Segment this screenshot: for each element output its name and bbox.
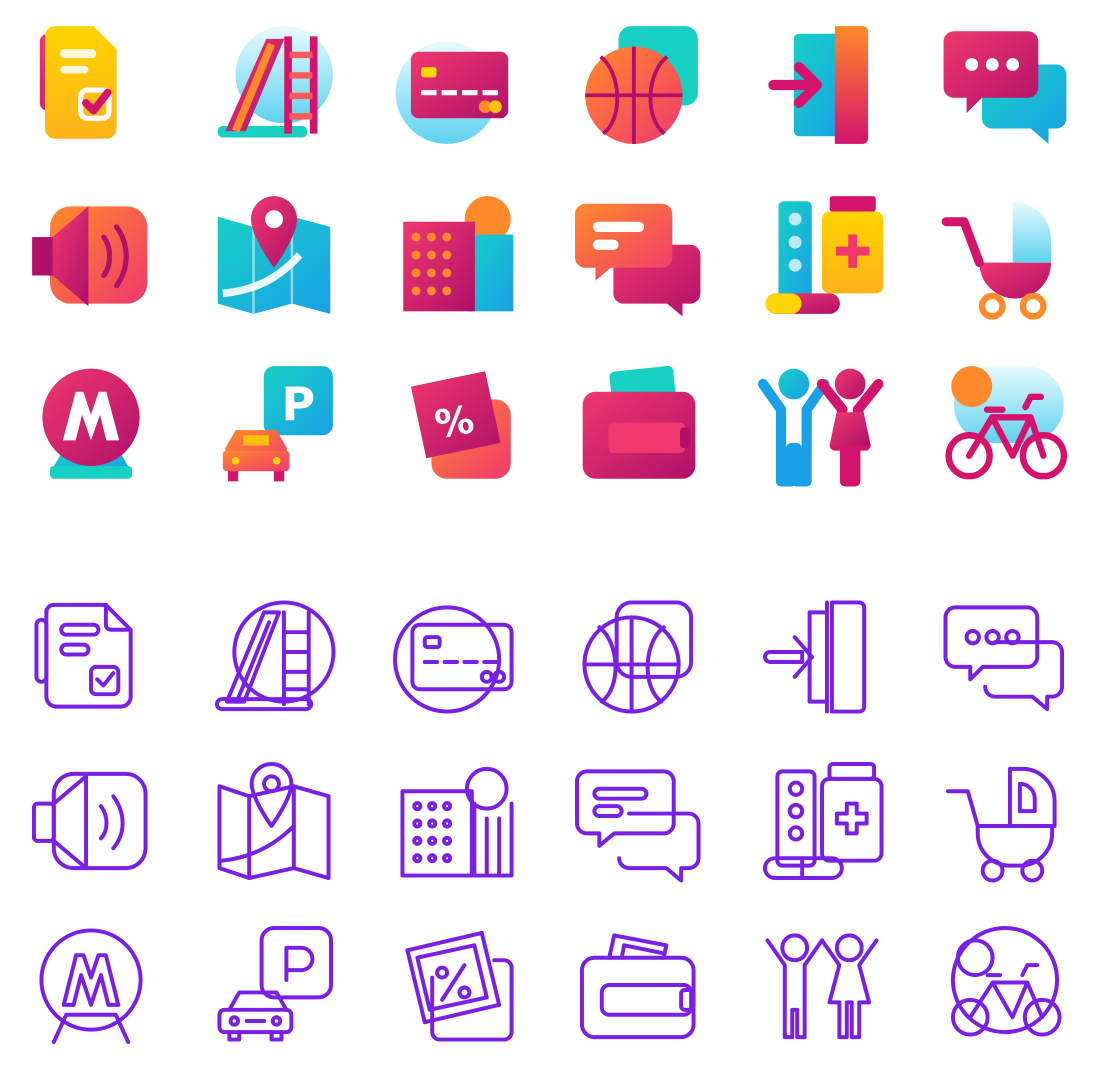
metro-icon xyxy=(0,903,183,1067)
outline-icon-grid xyxy=(0,575,1096,1067)
credit-card-icon xyxy=(365,575,548,739)
map-pin-icon xyxy=(183,739,366,903)
pharmacy-icon xyxy=(731,739,914,903)
door-enter-icon xyxy=(731,0,914,170)
basketball-icon xyxy=(548,0,731,170)
credit-card-icon xyxy=(365,0,548,170)
gradient-icon-grid: P% xyxy=(0,0,1096,510)
pharmacy-icon xyxy=(731,170,914,340)
discount-tag-icon xyxy=(365,903,548,1067)
bicycle-icon xyxy=(913,340,1096,510)
parking-icon xyxy=(183,903,366,1067)
city-building-icon xyxy=(365,739,548,903)
document-check-icon xyxy=(0,0,183,170)
message-icon xyxy=(548,739,731,903)
children-icon xyxy=(731,903,914,1067)
svg-text:P: P xyxy=(281,377,315,431)
message-icon xyxy=(548,170,731,340)
svg-text:%: % xyxy=(431,397,477,448)
speaker-icon xyxy=(0,739,183,903)
parking-icon: P xyxy=(183,340,366,510)
playground-slide-icon xyxy=(183,0,366,170)
wallet-icon xyxy=(548,340,731,510)
chat-bubbles-icon xyxy=(913,0,1096,170)
baby-stroller-icon xyxy=(913,739,1096,903)
document-check-icon xyxy=(0,575,183,739)
chat-bubbles-icon xyxy=(913,575,1096,739)
city-building-icon xyxy=(365,170,548,340)
door-enter-icon xyxy=(731,575,914,739)
playground-slide-icon xyxy=(183,575,366,739)
discount-tag-icon: % xyxy=(365,340,548,510)
children-icon xyxy=(731,340,914,510)
bicycle-icon xyxy=(913,903,1096,1067)
basketball-icon xyxy=(548,575,731,739)
baby-stroller-icon xyxy=(913,170,1096,340)
wallet-icon xyxy=(548,903,731,1067)
map-pin-icon xyxy=(183,170,366,340)
speaker-icon xyxy=(0,170,183,340)
metro-icon xyxy=(0,340,183,510)
